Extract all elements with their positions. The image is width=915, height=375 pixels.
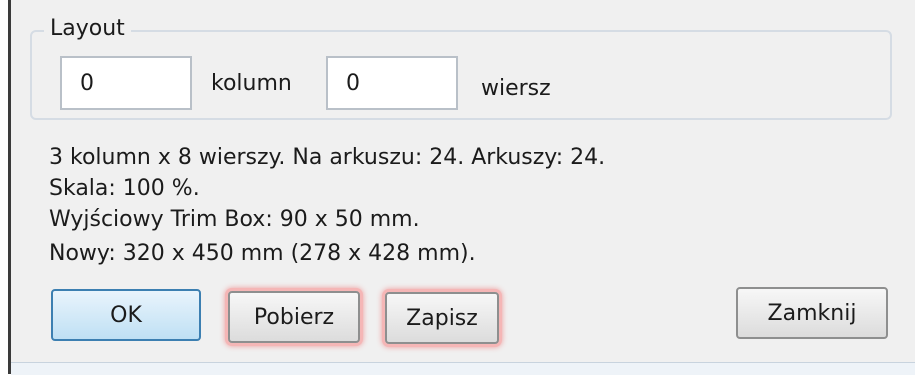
- dialog-bottom-strip: [11, 362, 915, 375]
- close-button[interactable]: Zamknij: [736, 287, 888, 339]
- rows-input[interactable]: [326, 56, 458, 110]
- columns-input[interactable]: [60, 56, 192, 110]
- get-button[interactable]: Pobierz: [228, 291, 360, 343]
- layout-summary-text: 3 kolumn x 8 wierszy. Na arkuszu: 24. Ar…: [49, 145, 606, 170]
- ok-button[interactable]: OK: [51, 289, 201, 341]
- layout-group-title: Layout: [44, 15, 131, 43]
- save-button[interactable]: Zapisz: [385, 292, 499, 344]
- columns-label: kolumn: [211, 71, 292, 96]
- trim-box-text: Wyjściowy Trim Box: 90 x 50 mm.: [49, 207, 420, 232]
- scale-text: Skala: 100 %.: [49, 176, 200, 201]
- rows-label: wiersz: [481, 76, 551, 101]
- new-size-text: Nowy: 320 x 450 mm (278 x 428 mm).: [49, 241, 476, 266]
- window-outer-margin: [0, 0, 8, 374]
